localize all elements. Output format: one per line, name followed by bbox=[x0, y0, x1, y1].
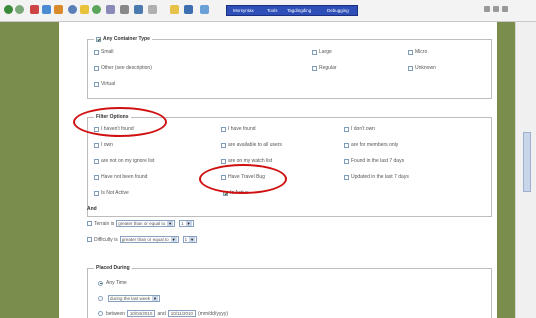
filter-option-have-found[interactable]: I have found bbox=[221, 126, 256, 132]
edit-icon[interactable] bbox=[134, 5, 143, 14]
filter-option-not-active[interactable]: Is Not Active bbox=[94, 190, 129, 196]
filter-option-not-ignore[interactable]: are not on my ignore list bbox=[94, 158, 154, 164]
research-icon[interactable] bbox=[200, 5, 209, 14]
filter-option-found-7-days[interactable]: Found in the last 7 days bbox=[344, 158, 404, 164]
and-label: And bbox=[87, 206, 97, 212]
page-right-border bbox=[497, 22, 515, 318]
terrain-operator-select[interactable]: greater than or equal to ▼ bbox=[116, 220, 176, 227]
history-icon[interactable] bbox=[92, 5, 101, 14]
date-format-hint: (mm/dd/yyyy) bbox=[197, 310, 228, 317]
search-form: Any Container Type Small Large Micro Oth… bbox=[59, 22, 497, 318]
mail-icon[interactable] bbox=[106, 5, 115, 14]
container-option-other[interactable]: Other (see description) bbox=[94, 65, 152, 71]
container-option-unknown[interactable]: Unknown bbox=[408, 65, 436, 71]
placed-during-fieldset: Placed During Any Time during the last w… bbox=[87, 265, 492, 318]
refresh-icon[interactable] bbox=[42, 5, 51, 14]
ie-bar-item[interactable]: Tools bbox=[267, 8, 278, 13]
container-option-regular[interactable]: Regular bbox=[312, 65, 337, 71]
stop-icon[interactable] bbox=[30, 5, 39, 14]
filter-option-available-all[interactable]: are available to all users bbox=[221, 142, 282, 148]
back-icon[interactable] bbox=[4, 5, 13, 14]
filter-option-dont-own[interactable]: I don't own bbox=[344, 126, 375, 132]
folder-icon[interactable] bbox=[170, 5, 179, 14]
difficulty-value-select[interactable]: 1 ▼ bbox=[182, 236, 198, 243]
browser-toolbar: Morsyntax Tools Tagdingding Debugging bbox=[0, 0, 536, 22]
between-option[interactable]: between 10/04/2010 and 10/11/2010 (mm/dd… bbox=[98, 310, 228, 317]
container-option-micro[interactable]: Micro bbox=[408, 49, 427, 55]
messenger-icon[interactable] bbox=[184, 5, 193, 14]
terrain-row: Terrain is greater than or equal to ▼ 1 ▼ bbox=[87, 220, 196, 227]
highlight-havent-found bbox=[73, 107, 167, 137]
window-controls[interactable] bbox=[484, 6, 514, 14]
print-icon[interactable] bbox=[120, 5, 129, 14]
container-option-virtual[interactable]: Virtual bbox=[94, 81, 115, 87]
favorites-icon[interactable] bbox=[80, 5, 89, 14]
ie-bar-item[interactable]: Debugging bbox=[327, 8, 349, 13]
any-time-option[interactable]: Any Time bbox=[98, 280, 127, 286]
container-type-fieldset: Any Container Type Small Large Micro Oth… bbox=[87, 36, 492, 99]
placed-during-heading: Placed During bbox=[94, 265, 132, 271]
container-option-large[interactable]: Large bbox=[312, 49, 332, 55]
filter-option-not-been-found[interactable]: Have not been found bbox=[94, 174, 147, 180]
ie-bar-item[interactable]: Tagdingding bbox=[287, 8, 311, 13]
page-left-border bbox=[0, 22, 59, 318]
difficulty-label: Difficulty is bbox=[94, 236, 118, 243]
discuss-icon[interactable] bbox=[148, 5, 157, 14]
date-from-input[interactable]: 10/04/2010 bbox=[126, 310, 156, 317]
search-icon[interactable] bbox=[68, 5, 77, 14]
difficulty-operator-select[interactable]: greater than or equal to ▼ bbox=[119, 236, 179, 243]
vertical-scrollbar[interactable] bbox=[515, 22, 536, 318]
difficulty-row: Difficulty is greater than or equal to ▼ … bbox=[87, 236, 199, 243]
terrain-value-select[interactable]: 1 ▼ bbox=[179, 220, 194, 227]
period-select[interactable]: during the last week ▼ bbox=[108, 295, 161, 302]
terrain-label: Terrain is bbox=[94, 220, 115, 227]
difficulty-checkbox[interactable] bbox=[87, 237, 92, 242]
ie-bar-item[interactable]: Morsyntax bbox=[233, 8, 254, 13]
home-icon[interactable] bbox=[54, 5, 63, 14]
terrain-checkbox[interactable] bbox=[87, 221, 92, 226]
during-option[interactable]: during the last week ▼ bbox=[98, 295, 162, 302]
container-option-small[interactable]: Small bbox=[94, 49, 114, 55]
container-type-heading[interactable]: Any Container Type bbox=[94, 36, 152, 44]
ie-developer-toolbar[interactable]: Morsyntax Tools Tagdingding Debugging bbox=[226, 5, 358, 16]
filter-option-members-only[interactable]: are for members only bbox=[344, 142, 398, 148]
date-to-input[interactable]: 10/11/2010 bbox=[167, 310, 196, 317]
scrollbar-thumb[interactable] bbox=[523, 132, 531, 192]
filter-option-updated-7-days[interactable]: Updated in the last 7 days bbox=[344, 174, 409, 180]
highlight-is-active bbox=[199, 164, 287, 194]
forward-icon[interactable] bbox=[15, 5, 24, 14]
filter-option-own[interactable]: I own bbox=[94, 142, 113, 148]
